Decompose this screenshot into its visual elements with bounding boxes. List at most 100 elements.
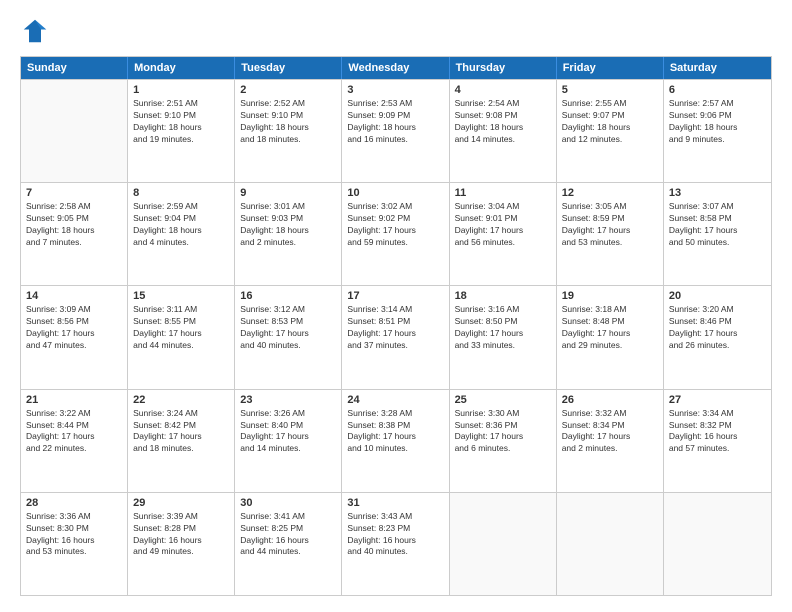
logo-icon [20,16,50,46]
calendar-body: 1 Sunrise: 2:51 AM Sunset: 9:10 PM Daylig… [21,79,771,595]
cal-cell: 14 Sunrise: 3:09 AM Sunset: 8:56 PM Dayli… [21,286,128,388]
cal-cell: 30Sunrise: 3:41 AM Sunset: 8:25 PM Dayli… [235,493,342,595]
cell-day-number: 26 [562,394,658,406]
cell-info: Sunrise: 3:05 AM Sunset: 8:59 PM Dayligh… [562,201,658,249]
cell-day-number: 19 [562,290,658,302]
cell-info: Sunrise: 3:39 AM Sunset: 8:28 PM Dayligh… [133,511,229,559]
cell-day-number: 20 [669,290,766,302]
cal-cell: 19 Sunrise: 3:18 AM Sunset: 8:48 PM Dayli… [557,286,664,388]
cell-info: Sunrise: 2:55 AM Sunset: 9:07 PM Dayligh… [562,98,658,146]
cell-day-number: 4 [455,84,551,96]
cell-info: Sunrise: 3:02 AM Sunset: 9:02 PM Dayligh… [347,201,443,249]
week-row-3: 21Sunrise: 3:22 AM Sunset: 8:44 PM Dayli… [21,389,771,492]
cal-cell: 8 Sunrise: 2:59 AM Sunset: 9:04 PM Daylig… [128,183,235,285]
header [20,16,772,46]
week-row-4: 28 Sunrise: 3:36 AM Sunset: 8:30 PM Dayli… [21,492,771,595]
cell-day-number: 6 [669,84,766,96]
cell-info: Sunrise: 2:54 AM Sunset: 9:08 PM Dayligh… [455,98,551,146]
cal-cell: 18 Sunrise: 3:16 AM Sunset: 8:50 PM Dayli… [450,286,557,388]
cell-day-number: 5 [562,84,658,96]
cal-cell [450,493,557,595]
cell-day-number: 3 [347,84,443,96]
cell-day-number: 1 [133,84,229,96]
cal-cell: 10 Sunrise: 3:02 AM Sunset: 9:02 PM Dayli… [342,183,449,285]
cal-cell: 17Sunrise: 3:14 AM Sunset: 8:51 PM Dayli… [342,286,449,388]
page: SundayMondayTuesdayWednesdayThursdayFrid… [0,0,792,612]
cell-info: Sunrise: 2:58 AM Sunset: 9:05 PM Dayligh… [26,201,122,249]
header-cell-sunday: Sunday [21,57,128,79]
cell-info: Sunrise: 3:34 AM Sunset: 8:32 PM Dayligh… [669,408,766,456]
cell-info: Sunrise: 2:57 AM Sunset: 9:06 PM Dayligh… [669,98,766,146]
cal-cell: 15 Sunrise: 3:11 AM Sunset: 8:55 PM Dayli… [128,286,235,388]
cell-info: Sunrise: 2:59 AM Sunset: 9:04 PM Dayligh… [133,201,229,249]
cell-info: Sunrise: 3:20 AM Sunset: 8:46 PM Dayligh… [669,304,766,352]
cell-info: Sunrise: 3:04 AM Sunset: 9:01 PM Dayligh… [455,201,551,249]
cell-day-number: 25 [455,394,551,406]
cal-cell: 16 Sunrise: 3:12 AM Sunset: 8:53 PM Dayli… [235,286,342,388]
cal-cell: 23Sunrise: 3:26 AM Sunset: 8:40 PM Dayli… [235,390,342,492]
cell-info: Sunrise: 3:26 AM Sunset: 8:40 PM Dayligh… [240,408,336,456]
cal-cell: 28 Sunrise: 3:36 AM Sunset: 8:30 PM Dayli… [21,493,128,595]
cal-cell: 31Sunrise: 3:43 AM Sunset: 8:23 PM Dayli… [342,493,449,595]
cal-cell: 9 Sunrise: 3:01 AM Sunset: 9:03 PM Daylig… [235,183,342,285]
cell-info: Sunrise: 3:11 AM Sunset: 8:55 PM Dayligh… [133,304,229,352]
cell-day-number: 29 [133,497,229,509]
cell-day-number: 16 [240,290,336,302]
cell-day-number: 24 [347,394,443,406]
cal-cell: 11 Sunrise: 3:04 AM Sunset: 9:01 PM Dayli… [450,183,557,285]
cell-day-number: 31 [347,497,443,509]
cell-day-number: 2 [240,84,336,96]
header-cell-monday: Monday [128,57,235,79]
cal-cell [664,493,771,595]
cell-info: Sunrise: 3:18 AM Sunset: 8:48 PM Dayligh… [562,304,658,352]
cell-day-number: 28 [26,497,122,509]
cell-info: Sunrise: 3:16 AM Sunset: 8:50 PM Dayligh… [455,304,551,352]
cal-cell: 29 Sunrise: 3:39 AM Sunset: 8:28 PM Dayli… [128,493,235,595]
cal-cell: 13 Sunrise: 3:07 AM Sunset: 8:58 PM Dayli… [664,183,771,285]
cal-cell: 26 Sunrise: 3:32 AM Sunset: 8:34 PM Dayli… [557,390,664,492]
cell-day-number: 15 [133,290,229,302]
cal-cell: 21Sunrise: 3:22 AM Sunset: 8:44 PM Dayli… [21,390,128,492]
header-cell-saturday: Saturday [664,57,771,79]
cal-cell: 4 Sunrise: 2:54 AM Sunset: 9:08 PM Daylig… [450,80,557,182]
cell-day-number: 21 [26,394,122,406]
cell-info: Sunrise: 3:32 AM Sunset: 8:34 PM Dayligh… [562,408,658,456]
logo [20,16,54,46]
cell-day-number: 18 [455,290,551,302]
cell-info: Sunrise: 3:30 AM Sunset: 8:36 PM Dayligh… [455,408,551,456]
cal-cell [21,80,128,182]
cell-day-number: 9 [240,187,336,199]
cell-info: Sunrise: 3:12 AM Sunset: 8:53 PM Dayligh… [240,304,336,352]
cell-info: Sunrise: 3:09 AM Sunset: 8:56 PM Dayligh… [26,304,122,352]
header-cell-friday: Friday [557,57,664,79]
header-cell-wednesday: Wednesday [342,57,449,79]
cell-day-number: 14 [26,290,122,302]
cell-day-number: 8 [133,187,229,199]
cal-cell: 1 Sunrise: 2:51 AM Sunset: 9:10 PM Daylig… [128,80,235,182]
cal-cell: 7Sunrise: 2:58 AM Sunset: 9:05 PM Daylig… [21,183,128,285]
cell-day-number: 11 [455,187,551,199]
cell-day-number: 27 [669,394,766,406]
week-row-1: 7Sunrise: 2:58 AM Sunset: 9:05 PM Daylig… [21,182,771,285]
cell-info: Sunrise: 3:28 AM Sunset: 8:38 PM Dayligh… [347,408,443,456]
cell-info: Sunrise: 3:07 AM Sunset: 8:58 PM Dayligh… [669,201,766,249]
cal-cell: 3 Sunrise: 2:53 AM Sunset: 9:09 PM Daylig… [342,80,449,182]
cell-info: Sunrise: 3:24 AM Sunset: 8:42 PM Dayligh… [133,408,229,456]
cell-info: Sunrise: 3:01 AM Sunset: 9:03 PM Dayligh… [240,201,336,249]
cell-day-number: 30 [240,497,336,509]
cell-info: Sunrise: 2:53 AM Sunset: 9:09 PM Dayligh… [347,98,443,146]
cal-cell: 25 Sunrise: 3:30 AM Sunset: 8:36 PM Dayli… [450,390,557,492]
cell-info: Sunrise: 3:36 AM Sunset: 8:30 PM Dayligh… [26,511,122,559]
cell-info: Sunrise: 3:14 AM Sunset: 8:51 PM Dayligh… [347,304,443,352]
cell-day-number: 12 [562,187,658,199]
week-row-0: 1 Sunrise: 2:51 AM Sunset: 9:10 PM Daylig… [21,79,771,182]
cal-cell: 20 Sunrise: 3:20 AM Sunset: 8:46 PM Dayli… [664,286,771,388]
cal-cell: 12 Sunrise: 3:05 AM Sunset: 8:59 PM Dayli… [557,183,664,285]
cal-cell [557,493,664,595]
week-row-2: 14 Sunrise: 3:09 AM Sunset: 8:56 PM Dayli… [21,285,771,388]
cal-cell: 2Sunrise: 2:52 AM Sunset: 9:10 PM Daylig… [235,80,342,182]
cell-day-number: 13 [669,187,766,199]
cell-day-number: 10 [347,187,443,199]
cell-info: Sunrise: 2:51 AM Sunset: 9:10 PM Dayligh… [133,98,229,146]
cal-cell: 6 Sunrise: 2:57 AM Sunset: 9:06 PM Daylig… [664,80,771,182]
